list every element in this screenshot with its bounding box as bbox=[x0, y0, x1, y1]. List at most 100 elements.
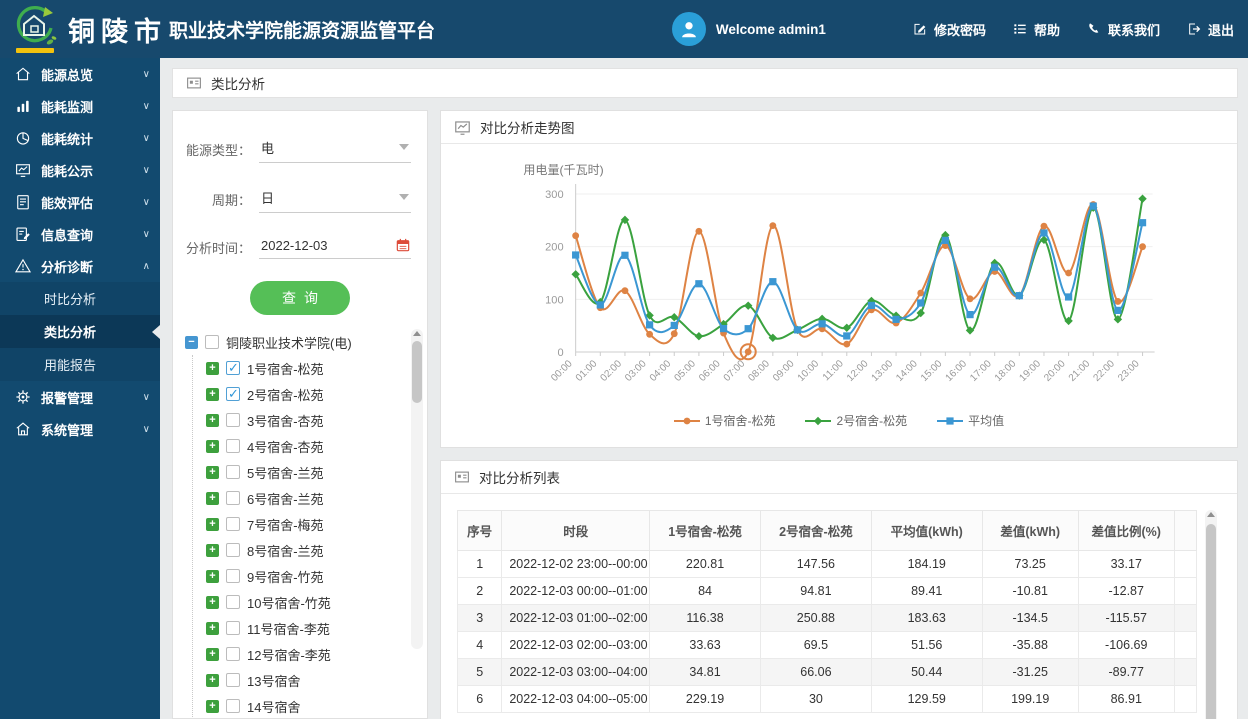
tree-node: + 1号宿舍-松苑 bbox=[206, 355, 427, 381]
tree-node: + 12号宿舍-李苑 bbox=[206, 641, 427, 667]
sidebar-item[interactable]: 报警管理 ∨ bbox=[0, 381, 160, 413]
tree-checkbox[interactable] bbox=[226, 699, 240, 713]
sidebar-item[interactable]: 能源总览 ∨ bbox=[0, 58, 160, 90]
sidebar-item[interactable]: 能耗公示 ∨ bbox=[0, 154, 160, 186]
legend-item[interactable]: 1号宿舍-松苑 bbox=[673, 412, 775, 429]
table-scrollbar[interactable] bbox=[1205, 510, 1217, 719]
tree-root-node: − 铜陵职业技术学院(电) bbox=[185, 329, 427, 355]
period-select[interactable]: 日 bbox=[259, 185, 411, 213]
tree-checkbox[interactable] bbox=[226, 386, 240, 402]
tree-checkbox[interactable] bbox=[226, 491, 240, 505]
svg-text:23:00: 23:00 bbox=[1116, 358, 1142, 384]
warning-icon bbox=[14, 257, 32, 275]
expand-icon[interactable]: + bbox=[206, 439, 219, 453]
table-scrollbar-thumb[interactable] bbox=[1206, 524, 1216, 719]
user-avatar-icon[interactable] bbox=[671, 12, 706, 46]
tree-checkbox[interactable] bbox=[226, 439, 240, 453]
compare-table: 序号 时段 1号宿舍-松苑 2号宿舍-松苑 平均值(kWh) 差值(kWh) 差值比例(%)… bbox=[456, 510, 1223, 719]
expand-icon[interactable]: + bbox=[206, 543, 219, 557]
tree-node: + 11号宿舍-李苑 bbox=[206, 615, 427, 641]
sidebar-subitem[interactable]: 用能报告 bbox=[0, 348, 160, 381]
header-action-edit[interactable]: 修改密码 bbox=[912, 20, 986, 39]
trend-line-chart[interactable]: 0 100 200 300 00:00 01:00 02:00 03:00 04:00 05:00… bbox=[447, 156, 1231, 408]
trend-chart-title: 对比分析走势图 bbox=[480, 121, 575, 136]
table-cell: 66.06 bbox=[759, 658, 872, 686]
compare-table-panel: 对比分析列表 序号 时段 1号宿舍-松苑 2号宿舍-松苑 平均值(kWh) 差值(kWh)… bbox=[440, 460, 1238, 719]
sidebar-item[interactable]: 能耗监测 ∨ bbox=[0, 90, 160, 122]
expand-icon[interactable]: + bbox=[206, 491, 219, 505]
tree-checkbox[interactable] bbox=[226, 517, 240, 531]
sidebar-item[interactable]: 分析诊断 ∧ bbox=[0, 250, 160, 282]
sidebar-item[interactable]: 信息查询 ∨ bbox=[0, 218, 160, 250]
scroll-up-icon[interactable] bbox=[413, 331, 421, 336]
sidebar-item[interactable]: 系统管理 ∨ bbox=[0, 413, 160, 445]
expand-icon[interactable]: + bbox=[206, 517, 219, 531]
tree-node: + 7号宿舍-梅苑 bbox=[206, 511, 427, 537]
tree-scrollbar-thumb[interactable] bbox=[412, 341, 422, 403]
table-cell: 2022-12-03 02:00--03:00 bbox=[501, 631, 651, 659]
tree-checkbox[interactable] bbox=[226, 647, 240, 661]
tree-node: + 8号宿舍-兰苑 bbox=[206, 537, 427, 563]
tree-checkbox[interactable] bbox=[226, 413, 240, 427]
table-row: 1 2022-12-02 23:00--00:00 220.81 147.56 184.… bbox=[456, 550, 1198, 578]
tree-checkbox[interactable] bbox=[205, 335, 219, 349]
expand-icon[interactable]: + bbox=[206, 595, 219, 609]
tree-checkbox[interactable] bbox=[226, 360, 240, 376]
tree-checkbox[interactable] bbox=[226, 569, 240, 583]
expand-icon[interactable]: + bbox=[206, 413, 219, 427]
sidebar-subitem[interactable]: 时比分析 bbox=[0, 282, 160, 315]
energy-type-select[interactable]: 电 bbox=[259, 135, 411, 163]
expand-icon[interactable]: + bbox=[206, 569, 219, 583]
legend-marker-icon bbox=[937, 416, 964, 425]
svg-text:200: 200 bbox=[545, 242, 563, 254]
svg-text:18:00: 18:00 bbox=[993, 358, 1019, 384]
expand-icon[interactable]: + bbox=[206, 387, 219, 401]
table-cell: 116.38 bbox=[649, 604, 761, 632]
legend-item[interactable]: 2号宿舍-松苑 bbox=[805, 412, 907, 429]
legend-item[interactable]: 平均值 bbox=[937, 412, 1004, 429]
sidebar-item[interactable]: 能效评估 ∨ bbox=[0, 186, 160, 218]
tree-checkbox[interactable] bbox=[226, 673, 240, 687]
chevron-down-icon: ∨ bbox=[142, 228, 150, 240]
chevron-down-icon: ∨ bbox=[142, 196, 150, 208]
calendar-icon[interactable] bbox=[395, 237, 411, 256]
header-action-phone[interactable]: 联系我们 bbox=[1086, 20, 1160, 39]
welcome-user[interactable]: Welcome admin1 bbox=[671, 12, 826, 46]
tree-checkbox[interactable] bbox=[226, 621, 240, 635]
chart-legend: 1号宿舍-松苑 2号宿舍-松苑 平均值 bbox=[447, 412, 1231, 429]
expand-icon[interactable]: + bbox=[206, 361, 219, 375]
table-cell: 4 bbox=[456, 631, 503, 659]
expand-icon[interactable]: + bbox=[206, 699, 219, 713]
analysis-time-input[interactable]: 2022-12-03 bbox=[259, 235, 411, 259]
sidebar-item[interactable]: 能耗统计 ∨ bbox=[0, 122, 160, 154]
expand-icon[interactable]: + bbox=[206, 465, 219, 479]
svg-text:06:00: 06:00 bbox=[697, 358, 723, 384]
table-cell: 73.25 bbox=[981, 550, 1079, 578]
header-action-list[interactable]: 帮助 bbox=[1012, 20, 1060, 39]
table-cell: 220.81 bbox=[649, 550, 761, 578]
trend-board-icon bbox=[14, 161, 32, 179]
svg-text:19:00: 19:00 bbox=[1017, 358, 1043, 384]
tree-checkbox[interactable] bbox=[226, 543, 240, 557]
svg-text:00:00: 00:00 bbox=[549, 358, 575, 384]
scroll-up-icon[interactable] bbox=[1207, 512, 1215, 517]
svg-text:01:00: 01:00 bbox=[574, 358, 600, 384]
expand-icon[interactable]: + bbox=[206, 673, 219, 687]
tree-checkbox[interactable] bbox=[226, 595, 240, 609]
expand-icon[interactable]: + bbox=[206, 621, 219, 635]
header-action-logout[interactable]: 退出 bbox=[1186, 20, 1234, 39]
search-button[interactable]: 查询 bbox=[250, 281, 350, 315]
collapse-icon[interactable]: − bbox=[185, 335, 198, 349]
table-cell: 5 bbox=[456, 658, 503, 686]
expand-icon[interactable]: + bbox=[206, 647, 219, 661]
chevron-down-icon: ∨ bbox=[142, 132, 150, 144]
tree-scrollbar[interactable] bbox=[411, 329, 423, 649]
app-header: 铜陵市 职业技术学院能源资源监管平台 Welcome admin1 修改密码 帮助… bbox=[0, 0, 1248, 58]
phone-icon bbox=[1086, 21, 1102, 37]
device-tree: − 铜陵职业技术学院(电)+ 1号宿舍-松苑+ 2号宿舍-松苑+ 3号宿舍-杏苑… bbox=[185, 329, 427, 718]
page-title: 类比分析 bbox=[211, 77, 265, 92]
sidebar-subitem[interactable]: 类比分析 bbox=[0, 315, 160, 348]
tree-checkbox[interactable] bbox=[226, 465, 240, 479]
tree-node: + 9号宿舍-竹苑 bbox=[206, 563, 427, 589]
tree-node: + 5号宿舍-兰苑 bbox=[206, 459, 427, 485]
